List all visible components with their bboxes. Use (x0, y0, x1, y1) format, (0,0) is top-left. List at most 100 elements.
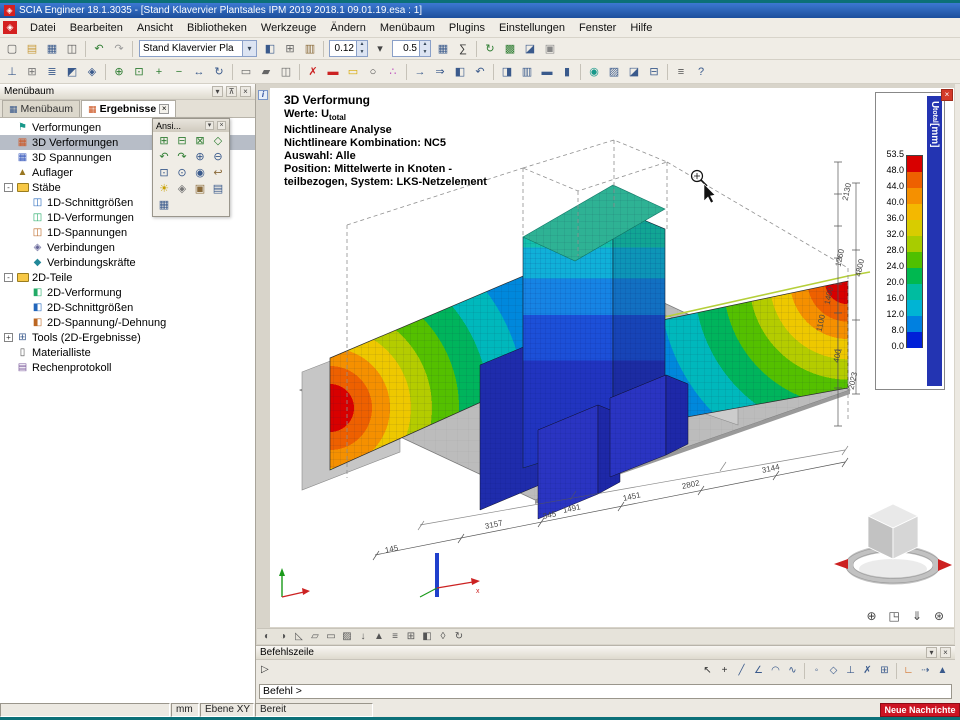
loads-icon[interactable]: ↓ (355, 630, 371, 644)
palette-close-icon[interactable]: × (217, 121, 226, 130)
new-project-icon[interactable]: ▢ (2, 40, 22, 58)
menu-item-bibliotheken[interactable]: Bibliotheken (180, 20, 254, 36)
clip-box-icon[interactable]: ⊟ (644, 63, 664, 81)
spin-up-icon[interactable]: ▲ (420, 41, 430, 49)
zoom-window-view-icon[interactable]: ⊡ (155, 166, 173, 182)
previous-view-icon[interactable]: ↩ (209, 166, 227, 182)
menu-item-ndern[interactable]: Ändern (323, 20, 372, 36)
refresh-results-icon[interactable]: ↻ (480, 40, 500, 58)
undo-icon[interactable]: ↶ (89, 40, 109, 58)
snap-grid-icon[interactable]: ⊞ (876, 664, 893, 679)
red-line-icon[interactable]: ▬ (323, 63, 343, 81)
zoom-out-icon[interactable]: − (169, 63, 189, 81)
layers-icon[interactable]: ≡ (671, 63, 691, 81)
sum-icon[interactable]: ∑ (453, 40, 473, 58)
zoom-all-view-icon[interactable]: ⊙ (173, 166, 191, 182)
scale-spinner[interactable]: 0.12 ▲▼ (329, 40, 368, 57)
tree-item-verbindungskr-fte[interactable]: ◆Verbindungskräfte (0, 255, 255, 270)
snap-intersection-icon[interactable]: ✗ (859, 664, 876, 679)
zoom-out-view-icon[interactable]: ⊖ (209, 150, 227, 166)
menu-item-einstellungen[interactable]: Einstellungen (492, 20, 572, 36)
yellow-box-icon[interactable]: ▭ (343, 63, 363, 81)
zoom-all-icon[interactable]: ⊕ (109, 63, 129, 81)
line-draw-icon[interactable]: ╱ (733, 664, 750, 679)
tree-expander-icon[interactable]: + (4, 333, 13, 342)
viewport-close-button[interactable]: × (941, 89, 953, 101)
perspective-icon[interactable]: ◺ (291, 630, 307, 644)
tree-item-2d-verformung[interactable]: ◧2D-Verformung (0, 285, 255, 300)
ortho-mode-icon[interactable]: ∟ (900, 664, 917, 679)
menu-item-bearbeiten[interactable]: Bearbeiten (63, 20, 130, 36)
calculator-icon[interactable]: ⊞ (280, 40, 300, 58)
tree-expander-icon[interactable]: - (4, 183, 13, 192)
engineering-report-icon[interactable]: ▣ (540, 40, 560, 58)
zoom-tool-icon[interactable]: ⊕ (866, 609, 876, 623)
tab-menubaum[interactable]: ▦ Menübaum (2, 100, 80, 117)
shaded-icon[interactable]: ▰ (256, 63, 276, 81)
menu-item-ansicht[interactable]: Ansicht (130, 20, 180, 36)
tree-item-materialliste[interactable]: ▯Materialliste (0, 345, 255, 360)
hidden-lines-icon[interactable]: ◫ (276, 63, 296, 81)
rotate-left-view-icon[interactable]: ↶ (155, 150, 173, 166)
view-palette[interactable]: Ansi... ▾ × ⊞⊟⊠◇↶↷⊕⊖⊡⊙◉↩☀◈▣▤▦ (152, 118, 230, 217)
clip-view-icon[interactable]: ▣ (191, 182, 209, 198)
snap-endpoint-icon[interactable]: ◦ (808, 664, 825, 679)
shrink-icon[interactable]: ◊ (435, 630, 451, 644)
surfaces-icon[interactable]: ▨ (339, 630, 355, 644)
panel-close-icon[interactable]: × (240, 86, 251, 97)
panel-pin-icon[interactable]: ⊼ (226, 86, 237, 97)
zoom-in-icon[interactable]: + (149, 63, 169, 81)
view-settings-icon[interactable]: ▤ (209, 182, 227, 198)
tree-item-1d-spannungen[interactable]: ◫1D-Spannungen (0, 225, 255, 240)
light-icon[interactable]: ☀ (155, 182, 173, 198)
panel-dropdown-icon[interactable]: ▾ (212, 86, 223, 97)
rotate-right-view-icon[interactable]: ↷ (173, 150, 191, 166)
mirror-icon[interactable]: ◧ (450, 63, 470, 81)
calculation-icon[interactable]: ◪ (520, 40, 540, 58)
project-combobox[interactable]: Stand Klavervier Pla ▾ (139, 40, 257, 57)
menu-item-fenster[interactable]: Fenster (572, 20, 623, 36)
points-icon[interactable]: ∴ (383, 63, 403, 81)
coordinate-grid-icon[interactable]: ⊞ (22, 63, 42, 81)
palette-dropdown-icon[interactable]: ▾ (205, 121, 214, 130)
snap-perpendicular-icon[interactable]: ⊥ (842, 664, 859, 679)
command-close-icon[interactable]: × (940, 647, 951, 658)
menu-item-werkzeuge[interactable]: Werkzeuge (254, 20, 323, 36)
snap-midpoint-icon[interactable]: ◇ (825, 664, 842, 679)
print-icon[interactable]: ◫ (62, 40, 82, 58)
crosshair-icon[interactable]: + (716, 664, 733, 679)
title-bar[interactable]: ◈ SCIA Engineer 18.1.3035 - [Stand Klave… (0, 3, 960, 18)
tracking-icon[interactable]: ⇢ (917, 664, 934, 679)
polyline-draw-icon[interactable]: ∠ (750, 664, 767, 679)
scale-menu-icon[interactable]: ▾ (370, 40, 390, 58)
axonometric-view-icon[interactable]: ◇ (209, 134, 227, 150)
tree-item-rechenprotokoll[interactable]: ▤Rechenprotokoll (0, 360, 255, 375)
rotate-view-icon[interactable]: ↻ (209, 63, 229, 81)
labels-icon[interactable]: ≡ (387, 630, 403, 644)
menu-item-hilfe[interactable]: Hilfe (623, 20, 659, 36)
tab-ergebnisse[interactable]: ▦ Ergebnisse × (81, 100, 176, 117)
paint-icon[interactable]: ◉ (584, 63, 604, 81)
shading-icon[interactable]: ◑ (275, 630, 291, 644)
palette-header[interactable]: Ansi... ▾ × (153, 119, 229, 132)
arc-draw-icon[interactable]: ◠ (767, 664, 784, 679)
curve-draw-icon[interactable]: ∿ (784, 664, 801, 679)
menu-item-men-baum[interactable]: Menübaum (373, 20, 442, 36)
spin-up-icon[interactable]: ▲ (357, 41, 367, 49)
tree-item-2d-spannung-dehnung[interactable]: ◧2D-Spannung/-Dehnung (0, 315, 255, 330)
table-results-icon[interactable]: ▦ (433, 40, 453, 58)
move-icon[interactable]: → (410, 63, 430, 81)
angle-spinner[interactable]: 0.5 ▲▼ (392, 40, 431, 57)
zoom-window-icon[interactable]: ⊡ (129, 63, 149, 81)
activity-icon[interactable]: ◧ (260, 40, 280, 58)
view-side-icon[interactable]: ⊠ (191, 134, 209, 150)
menu-item-plugins[interactable]: Plugins (442, 20, 492, 36)
mesh-generate-icon[interactable]: ▩ (500, 40, 520, 58)
command-input[interactable]: Befehl > (259, 684, 952, 699)
command-dropdown-icon[interactable]: ▾ (926, 647, 937, 658)
circle-icon[interactable]: ○ (363, 63, 383, 81)
tree-item-verbindungen[interactable]: ◈Verbindungen (0, 240, 255, 255)
perspective-view-icon[interactable]: ◈ (173, 182, 191, 198)
open-project-icon[interactable]: ▤ (22, 40, 42, 58)
storey-levels-icon[interactable]: ≣ (42, 63, 62, 81)
